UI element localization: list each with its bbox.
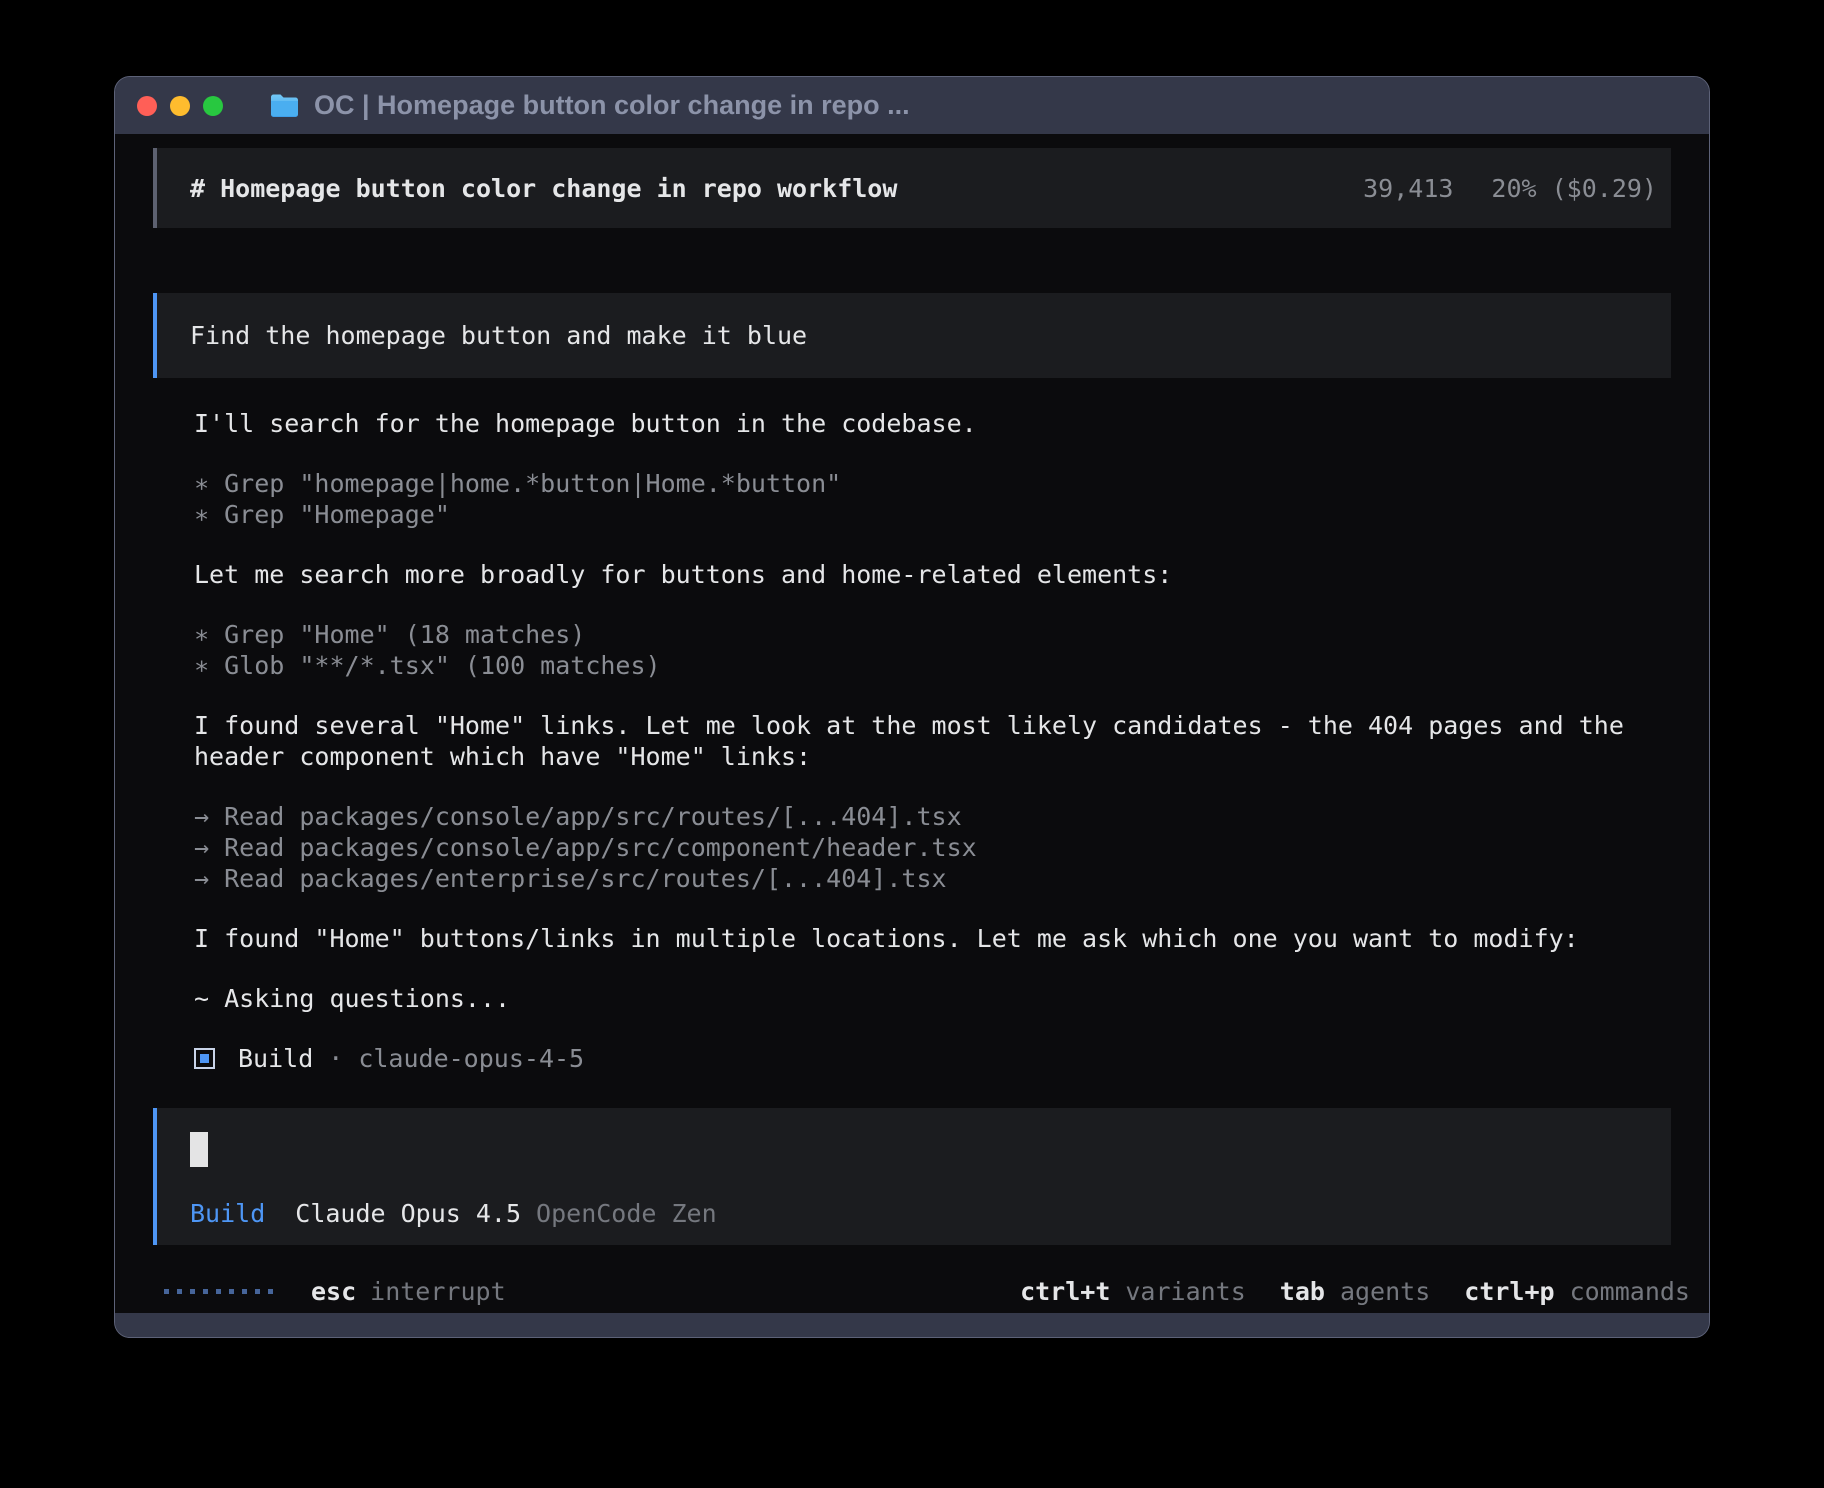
spinner-dot: [242, 1289, 247, 1294]
session-title: # Homepage button color change in repo w…: [190, 173, 897, 204]
prompt-input[interactable]: Build Claude Opus 4.5 OpenCode Zen: [153, 1108, 1671, 1245]
spinner-dot: [190, 1289, 195, 1294]
minimize-button[interactable]: [170, 96, 190, 116]
close-button[interactable]: [137, 96, 157, 116]
agent-model-name: claude-opus-4-5: [358, 1043, 584, 1074]
keyboard-hint: tab agents: [1280, 1276, 1430, 1307]
model-selector-row: Build Claude Opus 4.5 OpenCode Zen: [190, 1198, 1671, 1229]
agent-name: Build: [238, 1043, 313, 1074]
window-footer-strip: [115, 1313, 1709, 1337]
keyboard-hint: ctrl+t variants: [1020, 1276, 1246, 1307]
session-header: # Homepage button color change in repo w…: [153, 148, 1671, 228]
build-agent-icon: [194, 1048, 215, 1069]
session-meta: 39,413 20% ($0.29): [1363, 173, 1657, 204]
spinner-dot: [229, 1289, 234, 1294]
traffic-lights: [137, 96, 223, 116]
transcript-line: → Read packages/console/app/src/routes/[…: [194, 801, 1671, 832]
transcript-line: header component which have "Home" links…: [194, 741, 1671, 772]
transcript-line: ∗ Glob "**/*.tsx" (100 matches): [194, 650, 1671, 681]
transcript-line: I found "Home" buttons/links in multiple…: [194, 923, 1671, 954]
keyboard-hint: ctrl+p commands: [1464, 1276, 1690, 1307]
spinner-dot: [177, 1289, 182, 1294]
spinner-dot: [164, 1289, 169, 1294]
transcript-line: → Read packages/enterprise/src/routes/[.…: [194, 863, 1671, 894]
token-count: 39,413: [1363, 173, 1453, 204]
transcript-line: I'll search for the homepage button in t…: [194, 408, 1671, 439]
hint-label: commands: [1570, 1276, 1690, 1307]
esc-key-label: interrupt: [370, 1276, 505, 1307]
agent-separator-dot: ·: [328, 1043, 343, 1074]
provider-label: OpenCode Zen: [536, 1198, 717, 1229]
terminal-content: # Homepage button color change in repo w…: [115, 134, 1709, 1313]
hint-key: ctrl+p: [1464, 1276, 1554, 1307]
transcript-line: Let me search more broadly for buttons a…: [194, 559, 1671, 590]
status-right: ctrl+t variants tab agents ctrl+p commands: [1020, 1276, 1690, 1307]
spinner-dot: [203, 1289, 208, 1294]
mode-label: Build: [190, 1198, 265, 1229]
status-left: esc interrupt: [164, 1276, 506, 1307]
esc-key-hint: esc: [311, 1276, 356, 1307]
user-message: Find the homepage button and make it blu…: [153, 293, 1671, 378]
spinner-dot: [268, 1289, 273, 1294]
terminal-window: OC | Homepage button color change in rep…: [114, 76, 1710, 1338]
hint-key: ctrl+t: [1020, 1276, 1110, 1307]
context-cost: 20% ($0.29): [1491, 173, 1657, 204]
spinner-dot: [216, 1289, 221, 1294]
status-bar: esc interrupt ctrl+tvariantstabagentsctr…: [164, 1276, 1690, 1307]
transcript-line: ∗ Grep "homepage|home.*button|Home.*butt…: [194, 468, 1671, 499]
text-cursor: [190, 1132, 208, 1167]
transcript-line: ∗ Grep "Home" (18 matches): [194, 619, 1671, 650]
spinner-dot: [255, 1289, 260, 1294]
transcript-line: ~ Asking questions...: [194, 983, 1671, 1014]
transcript-line: I found several "Home" links. Let me loo…: [194, 710, 1671, 741]
hint-key: tab: [1280, 1276, 1325, 1307]
model-label: Claude Opus 4.5: [295, 1198, 521, 1229]
transcript-line: → Read packages/console/app/src/componen…: [194, 832, 1671, 863]
hint-label: agents: [1340, 1276, 1430, 1307]
window-title: OC | Homepage button color change in rep…: [314, 90, 910, 121]
assistant-transcript: I'll search for the homepage button in t…: [131, 408, 1671, 1014]
user-message-text: Find the homepage button and make it blu…: [190, 320, 807, 351]
transcript-line: ∗ Grep "Homepage": [194, 499, 1671, 530]
folder-icon: [269, 93, 300, 119]
agent-status-row: Build · claude-opus-4-5: [194, 1043, 1693, 1074]
window-titlebar: OC | Homepage button color change in rep…: [115, 77, 1709, 134]
hint-label: variants: [1125, 1276, 1245, 1307]
zoom-button[interactable]: [203, 96, 223, 116]
working-spinner-dots: [164, 1289, 273, 1294]
